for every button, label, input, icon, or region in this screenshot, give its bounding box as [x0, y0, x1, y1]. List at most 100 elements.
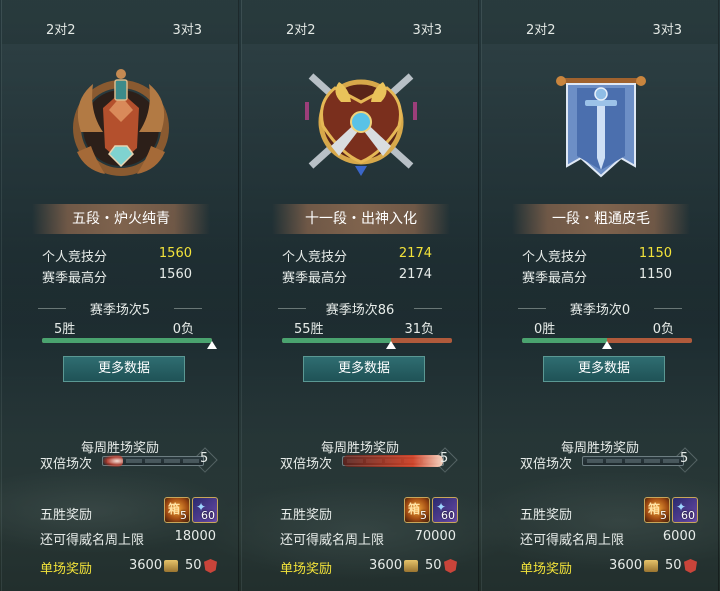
win-ratio-marker	[602, 341, 612, 349]
season-high-value: 1150	[638, 267, 672, 282]
coin-reward-value: 3600	[129, 558, 163, 573]
arena-panel-3: 2对2 3对3 一段・粗通皮毛 个人竞技分 1150 赛季最高分 1150 赛季…	[481, 0, 719, 591]
tab-2v2[interactable]: 2对2	[286, 19, 316, 38]
season-games: 赛季场次86	[262, 299, 458, 318]
reward-chest-icon[interactable]: 箱5	[164, 497, 190, 523]
wins-count: 55胜	[294, 322, 324, 337]
reward-scroll-icon[interactable]: ✦ 60	[672, 497, 698, 523]
win-fill	[282, 338, 391, 343]
wins-count: 5胜	[54, 322, 76, 337]
tab-3v3[interactable]: 3对3	[652, 19, 682, 38]
reward-chest-count: 5	[420, 509, 427, 522]
season-games: 赛季场次5	[22, 299, 218, 318]
season-high-value: 2174	[398, 267, 432, 282]
double-games-bar	[342, 455, 444, 467]
reward-scroll-icon[interactable]: ✦ 60	[192, 497, 218, 523]
rank-title: 一段・粗通皮毛	[512, 204, 690, 234]
weekly-cap-value: 18000	[174, 529, 216, 544]
win-fill	[42, 338, 212, 343]
personal-score-row: 个人竞技分 2174	[282, 246, 432, 265]
double-games-bar	[102, 455, 204, 467]
rank-emblem-icon	[61, 62, 181, 190]
win-ratio-marker	[385, 341, 396, 349]
rank-emblem-icon	[541, 62, 661, 190]
double-games-label: 双倍场次	[520, 457, 573, 472]
five-win-reward-label: 五胜奖励	[520, 508, 573, 523]
coin-icon	[164, 560, 178, 572]
double-games-fill	[103, 455, 123, 467]
single-match-reward-label: 单场奖励	[280, 562, 333, 577]
weekly-cap-value: 70000	[414, 529, 456, 544]
season-high-label: 赛季最高分	[42, 271, 108, 286]
prestige-icon	[444, 559, 457, 573]
season-high-row: 赛季最高分 2174	[282, 267, 432, 286]
rank-title: 十一段・出神入化	[272, 204, 450, 234]
weekly-cap-label: 还可得威名周上限	[40, 533, 145, 548]
prestige-icon	[684, 559, 697, 573]
double-games-count: 5	[440, 451, 449, 466]
double-games-count: 5	[200, 451, 209, 466]
single-match-reward-label: 单场奖励	[40, 562, 93, 577]
double-games-label: 双倍场次	[40, 457, 93, 472]
reward-scroll-count: 60	[441, 509, 455, 522]
win-loss-bar	[282, 338, 452, 349]
prestige-reward-value: 50	[185, 558, 202, 573]
reward-chest-count: 5	[660, 509, 667, 522]
reward-scroll-icon[interactable]: ✦ 60	[432, 497, 458, 523]
personal-score-label: 个人竞技分	[42, 250, 108, 265]
coin-icon	[404, 560, 418, 572]
season-games: 赛季场次0	[502, 299, 698, 318]
losses-count: 31负	[404, 322, 434, 337]
win-loss-bar	[42, 338, 217, 349]
weekly-cap-label: 还可得威名周上限	[280, 533, 385, 548]
weekly-cap-label: 还可得威名周上限	[520, 533, 625, 548]
tab-2v2[interactable]: 2对2	[526, 19, 556, 38]
arena-panel-2: 2对2 3对3 十一段・出神入化 个人竞技分 2174 赛季最高分 2174 赛…	[241, 0, 479, 591]
season-high-label: 赛季最高分	[522, 271, 588, 286]
double-games-label: 双倍场次	[280, 457, 333, 472]
personal-score-row: 个人竞技分 1150	[522, 246, 672, 265]
five-win-reward-label: 五胜奖励	[280, 508, 333, 523]
personal-score-value: 2174	[398, 246, 432, 261]
five-win-reward-label: 五胜奖励	[40, 508, 93, 523]
mode-tabs: 2对2 3对3	[2, 0, 238, 44]
tab-2v2[interactable]: 2对2	[46, 19, 76, 38]
double-games-bar	[582, 456, 684, 466]
more-data-button[interactable]: 更多数据	[63, 356, 185, 382]
personal-score-label: 个人竞技分	[282, 250, 348, 265]
personal-score-value: 1560	[158, 246, 192, 261]
prestige-reward-value: 50	[665, 558, 682, 573]
tab-3v3[interactable]: 3对3	[172, 19, 202, 38]
reward-chest-icon[interactable]: 箱5	[404, 497, 430, 523]
rank-title: 五段・炉火纯青	[32, 204, 210, 234]
more-data-button[interactable]: 更多数据	[303, 356, 425, 382]
coin-reward-value: 3600	[609, 558, 643, 573]
more-data-button[interactable]: 更多数据	[543, 356, 665, 382]
coin-icon	[644, 560, 658, 572]
personal-score-value: 1150	[638, 246, 672, 261]
tab-3v3[interactable]: 3对3	[412, 19, 442, 38]
losses-count: 0负	[172, 322, 194, 337]
win-ratio-marker	[207, 341, 217, 349]
losses-count: 0负	[652, 322, 674, 337]
win-loss-bar	[522, 338, 692, 349]
mode-tabs: 2对2 3对3	[482, 0, 718, 44]
mode-tabs: 2对2 3对3	[242, 0, 478, 44]
arena-panel-1: 2对2 3对3 五段・炉火纯青 个人竞技分 1560 赛季最高分 1560 赛季…	[1, 0, 239, 591]
season-high-row: 赛季最高分 1150	[522, 267, 672, 286]
win-fill	[522, 338, 607, 343]
reward-scroll-count: 60	[201, 509, 215, 522]
coin-reward-value: 3600	[369, 558, 403, 573]
reward-chest-count: 5	[180, 509, 187, 522]
double-games-count: 5	[680, 451, 689, 466]
weekly-cap-value: 6000	[662, 529, 696, 544]
personal-score-label: 个人竞技分	[522, 250, 588, 265]
single-match-reward-label: 单场奖励	[520, 562, 573, 577]
reward-chest-icon[interactable]: 箱5	[644, 497, 670, 523]
season-high-value: 1560	[158, 267, 192, 282]
personal-score-row: 个人竞技分 1560	[42, 246, 192, 265]
double-games-fill	[343, 455, 443, 467]
prestige-icon	[204, 559, 217, 573]
season-high-label: 赛季最高分	[282, 271, 348, 286]
season-high-row: 赛季最高分 1560	[42, 267, 192, 286]
